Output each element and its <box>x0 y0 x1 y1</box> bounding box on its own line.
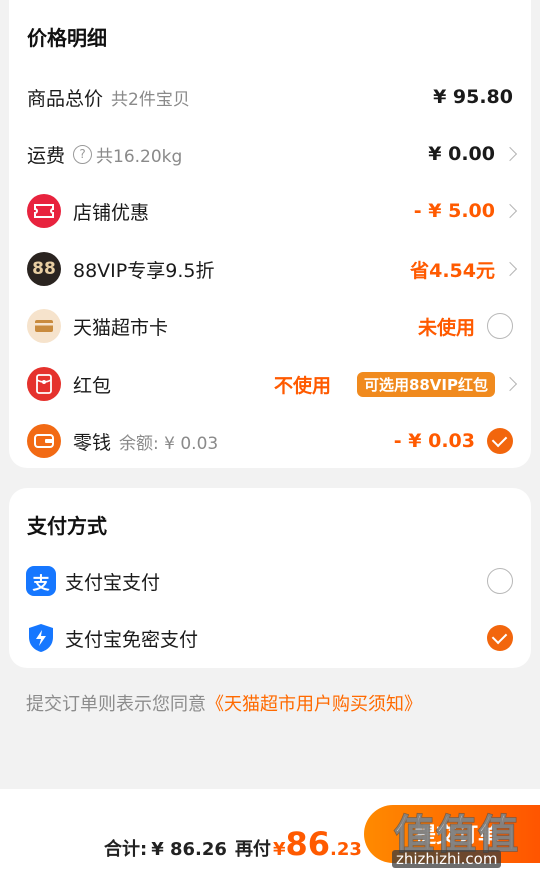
red-packet-row[interactable]: 红包 不使用 可选用88VIP红包 <box>9 364 531 404</box>
agreement-text: 提交订单则表示您同意《天猫超市用户购买须知》 <box>26 694 422 715</box>
coupon-icon <box>27 194 61 228</box>
change-value: - ¥ 0.03 <box>393 430 475 452</box>
pay-label: 再付 <box>234 839 271 860</box>
supermarket-card-row[interactable]: 天猫超市卡 未使用 <box>9 306 531 346</box>
red-packet-icon <box>27 367 61 401</box>
chevron-right-icon <box>502 376 518 392</box>
goods-total-label: 商品总价 <box>27 87 104 110</box>
chevron-right-icon <box>502 261 518 277</box>
supermarket-card-status: 未使用 <box>417 316 475 339</box>
payment-method-title: 支付方式 <box>27 514 107 538</box>
chevron-right-icon <box>502 146 518 162</box>
shop-discount-value: - ¥ 5.00 <box>413 200 495 222</box>
change-label: 零钱 <box>73 431 112 454</box>
goods-count: 共2件宝贝 <box>111 89 190 110</box>
change-balance: 余额: ¥ 0.03 <box>119 433 219 454</box>
supermarket-card-icon <box>27 309 61 343</box>
payment-option-label: 支付宝免密支付 <box>65 628 199 651</box>
shop-discount-label: 店铺优惠 <box>73 201 150 224</box>
pay-amount-dec: .23 <box>330 839 362 860</box>
pay-amount-int: 86 <box>285 825 330 863</box>
submit-order-button[interactable]: 提交订单 <box>364 805 540 863</box>
price-detail-title: 价格明细 <box>27 26 107 50</box>
total-summary: 合计: ¥ 86.26 再付 ¥ 86 .23 <box>104 825 362 863</box>
vip-red-packet-badge[interactable]: 可选用88VIP红包 <box>356 371 495 397</box>
vip-88-icon: 88 <box>27 252 61 286</box>
payment-method-card: 支付方式 支 支付宝支付 支付宝免密支付 <box>9 488 531 668</box>
shield-lightning-icon <box>26 622 56 654</box>
payment-radio-alipay-nopwd[interactable] <box>487 625 513 651</box>
chevron-right-icon <box>502 203 518 219</box>
supermarket-card-radio[interactable] <box>487 313 513 339</box>
purchase-terms-link[interactable]: 《天猫超市用户购买须知》 <box>206 694 422 715</box>
pay-currency: ¥ <box>272 839 286 860</box>
supermarket-card-label: 天猫超市卡 <box>73 316 169 339</box>
shipping-label: 运费 <box>27 144 66 167</box>
price-detail-card: 价格明细 商品总价 共2件宝贝 ¥ 95.80 运费 ? 共16.20kg ¥ 0… <box>9 0 531 468</box>
red-packet-status: 不使用 <box>273 374 331 397</box>
red-packet-label: 红包 <box>73 374 112 397</box>
shop-discount-row[interactable]: 店铺优惠 - ¥ 5.00 <box>9 191 531 231</box>
total-value: ¥ 86.26 <box>151 839 227 860</box>
checkout-bar: 合计: ¥ 86.26 再付 ¥ 86 .23 提交订单 <box>0 789 540 881</box>
payment-option-alipay[interactable]: 支 支付宝支付 <box>9 561 531 601</box>
payment-radio-alipay[interactable] <box>487 568 513 594</box>
shipping-row[interactable]: 运费 ? 共16.20kg ¥ 0.00 <box>9 134 531 174</box>
payment-option-alipay-nopwd[interactable]: 支付宝免密支付 <box>9 618 531 658</box>
vip-saving-value: 省4.54元 <box>410 259 495 282</box>
goods-total-value: ¥ 95.80 <box>433 86 513 108</box>
help-circle-icon[interactable]: ? <box>73 144 93 164</box>
shipping-weight: 共16.20kg <box>96 146 183 167</box>
wallet-icon <box>27 424 61 458</box>
vip-discount-label: 88VIP专享9.5折 <box>73 259 215 282</box>
change-checkbox[interactable] <box>487 428 513 454</box>
vip-discount-row[interactable]: 88 88VIP专享9.5折 省4.54元 <box>9 249 531 289</box>
total-label: 合计: <box>104 839 148 860</box>
change-row[interactable]: 零钱 余额: ¥ 0.03 - ¥ 0.03 <box>9 421 531 461</box>
goods-total-row: 商品总价 共2件宝贝 ¥ 95.80 <box>9 77 531 117</box>
shipping-value: ¥ 0.00 <box>428 143 495 165</box>
alipay-icon: 支 <box>26 566 56 596</box>
payment-option-label: 支付宝支付 <box>65 571 161 594</box>
